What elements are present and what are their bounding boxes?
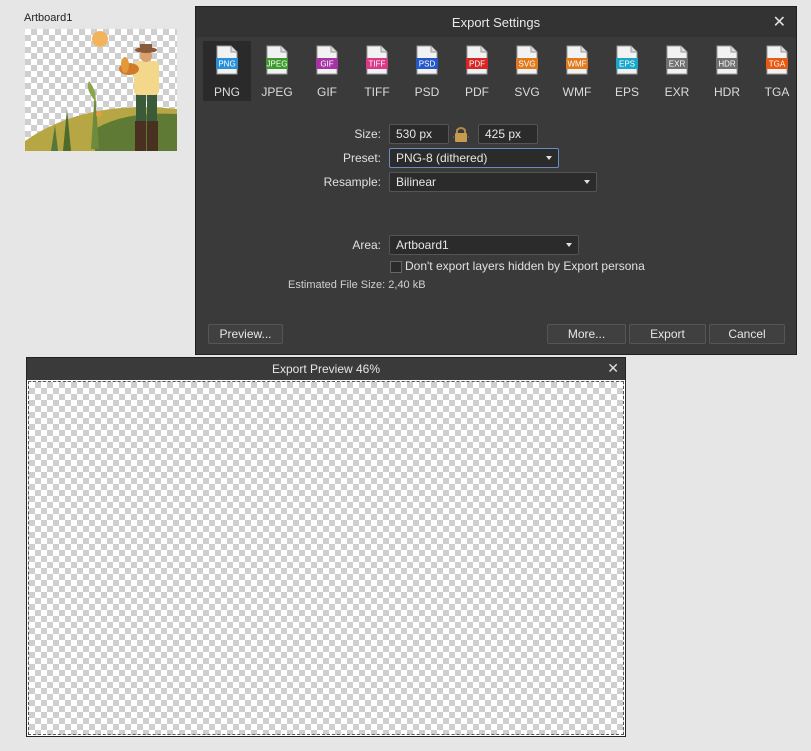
format-tga[interactable]: TGA TGA: [753, 41, 801, 101]
file-icon-badge: JPEG: [267, 60, 288, 69]
height-field[interactable]: 425 px: [478, 124, 538, 144]
file-icon: EXR: [666, 45, 688, 75]
artboard-label: Artboard1: [24, 12, 73, 24]
close-icon[interactable]: ✕: [773, 12, 786, 32]
preview-titlebar[interactable]: Export Preview 46% ✕: [27, 358, 625, 380]
format-label: PSD: [414, 85, 440, 99]
format-label: EPS: [614, 85, 639, 99]
format-exr[interactable]: EXR EXR: [653, 41, 701, 101]
file-icon-badge: HDR: [718, 60, 736, 69]
file-icon: TGA: [766, 45, 788, 75]
file-icon-badge: TIFF: [369, 60, 386, 69]
area-value: Artboard1: [396, 238, 449, 252]
more-button[interactable]: More...: [547, 324, 626, 344]
file-icon: PSD: [416, 45, 438, 75]
farmer-illustration: [25, 31, 177, 151]
export-settings-dialog: Export Settings ✕ PNG PNG JPEG JPEG GIF GIF TI…: [195, 6, 797, 355]
file-icon: TIFF: [366, 45, 388, 75]
format-label: WMF: [562, 85, 592, 99]
file-icon-badge: TGA: [769, 60, 786, 69]
format-jpeg[interactable]: JPEG JPEG: [253, 41, 301, 101]
format-label: TIFF: [364, 85, 390, 99]
hidden-layers-label: Don't export layers hidden by Export per…: [405, 259, 645, 273]
format-label: PNG: [213, 85, 240, 99]
format-label: HDR: [714, 85, 740, 99]
file-icon-badge: SVG: [519, 60, 536, 69]
file-icon: JPEG: [266, 45, 288, 75]
preview-canvas[interactable]: [28, 381, 624, 735]
format-png[interactable]: PNG PNG: [203, 41, 251, 101]
format-label: PDF: [465, 85, 489, 99]
preset-label: Preset:: [342, 151, 381, 165]
lock-aspect-icon[interactable]: [453, 126, 469, 143]
preset-value: PNG-8 (dithered): [396, 151, 488, 165]
format-label: EXR: [664, 85, 690, 99]
file-icon: GIF: [316, 45, 338, 75]
file-icon-badge: PDF: [469, 60, 485, 69]
file-icon-badge: WMF: [567, 60, 586, 69]
format-eps[interactable]: EPS EPS: [603, 41, 651, 101]
file-icon: WMF: [566, 45, 588, 75]
dialog-titlebar[interactable]: Export Settings ✕: [196, 7, 796, 37]
format-wmf[interactable]: WMF WMF: [553, 41, 601, 101]
chevron-down-icon: [584, 180, 590, 184]
file-icon: HDR: [716, 45, 738, 75]
format-label: JPEG: [261, 85, 293, 99]
export-preview-panel: Export Preview 46% ✕: [26, 357, 626, 737]
file-icon-badge: PNG: [218, 60, 235, 69]
hidden-layers-checkbox[interactable]: [390, 261, 402, 273]
format-label: TGA: [764, 85, 790, 99]
resample-dropdown[interactable]: Bilinear: [389, 172, 597, 192]
dialog-title: Export Settings: [451, 15, 541, 30]
export-button[interactable]: Export: [629, 324, 706, 344]
file-icon: SVG: [516, 45, 538, 75]
format-tiff[interactable]: TIFF TIFF: [353, 41, 401, 101]
format-pdf[interactable]: PDF PDF: [453, 41, 501, 101]
file-icon: EPS: [616, 45, 638, 75]
resample-label: Resample:: [323, 175, 381, 189]
chevron-down-icon: [566, 243, 572, 247]
file-icon-badge: GIF: [320, 60, 333, 69]
file-icon: PNG: [216, 45, 238, 75]
format-hdr[interactable]: HDR HDR: [703, 41, 751, 101]
format-svg[interactable]: SVG SVG: [503, 41, 551, 101]
cancel-button[interactable]: Cancel: [709, 324, 785, 344]
file-icon-badge: EPS: [619, 60, 635, 69]
area-label: Area:: [352, 238, 381, 252]
preset-dropdown[interactable]: PNG-8 (dithered): [389, 148, 559, 168]
width-field[interactable]: 530 px: [389, 124, 449, 144]
chevron-down-icon: [546, 156, 552, 160]
estimated-size-label: Estimated File Size: 2,40 kB: [288, 279, 426, 291]
format-psd[interactable]: PSD PSD: [403, 41, 451, 101]
format-label: SVG: [514, 85, 540, 99]
preview-button[interactable]: Preview...: [208, 324, 283, 344]
size-label: Size:: [354, 127, 381, 141]
format-label: GIF: [317, 85, 337, 99]
file-icon-badge: PSD: [419, 60, 436, 69]
preview-title: Export Preview 46%: [271, 362, 381, 376]
close-icon[interactable]: ✕: [607, 360, 619, 377]
resample-value: Bilinear: [396, 175, 437, 189]
file-icon: PDF: [466, 45, 488, 75]
artboard-thumbnail[interactable]: [25, 29, 177, 151]
estimated-size-value: 2,40 kB: [388, 279, 426, 291]
format-gif[interactable]: GIF GIF: [303, 41, 351, 101]
file-icon-badge: EXR: [669, 60, 686, 69]
area-dropdown[interactable]: Artboard1: [389, 235, 579, 255]
